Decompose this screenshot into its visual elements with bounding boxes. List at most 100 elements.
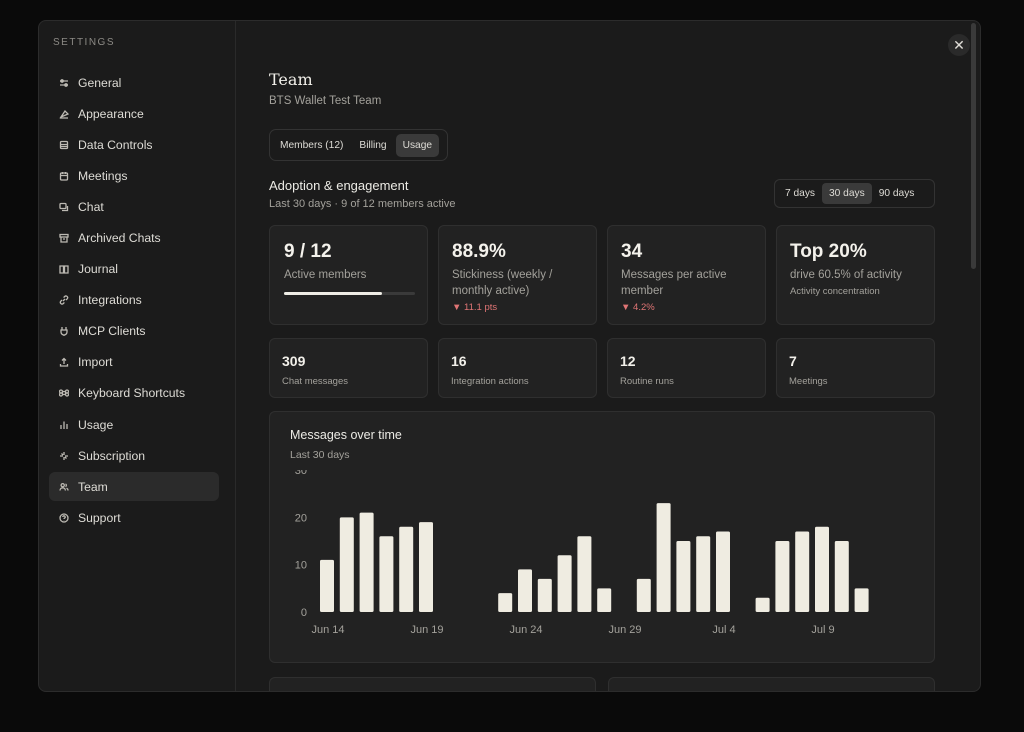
sidebar-item-meetings[interactable]: Meetings xyxy=(49,161,219,190)
chart-bar xyxy=(399,526,414,612)
sidebar-item-label: Import xyxy=(78,355,113,370)
sidebar-item-keyboard-shortcuts[interactable]: Keyboard Shortcuts xyxy=(49,379,219,408)
lower-card-right xyxy=(608,677,935,691)
chart-bar xyxy=(696,536,711,612)
sidebar-item-label: Appearance xyxy=(78,106,144,121)
sidebar-nav: General Appearance Data Controls Meetings Ch… xyxy=(49,68,219,534)
kpi-label: Stickiness (weekly / monthly active) xyxy=(452,269,553,297)
chart-bar xyxy=(854,588,869,612)
chart-bar xyxy=(636,578,651,612)
page-subtitle: BTS Wallet Test Team xyxy=(269,95,382,107)
chart-bar xyxy=(597,588,612,612)
kpi-card-activity-concentration: Top 20% drive 60.5% of activity Activity… xyxy=(776,225,935,325)
database-icon xyxy=(59,140,69,150)
chart-bar xyxy=(557,555,572,612)
sidebar-item-chat[interactable]: Chat xyxy=(49,192,219,221)
sidebar-item-data-controls[interactable]: Data Controls xyxy=(49,130,219,159)
x-tick-label: Jul 9 xyxy=(811,624,834,636)
sidebar-item-label: Data Controls xyxy=(78,137,153,152)
y-tick-label: 30 xyxy=(295,470,307,477)
sidebar-title: SETTINGS xyxy=(53,37,116,48)
count-value: 7 xyxy=(789,353,797,369)
chart-bar xyxy=(716,531,730,612)
chart-bar xyxy=(419,522,433,612)
kpi-label: Messages per active member xyxy=(621,269,727,297)
scrollbar[interactable] xyxy=(971,23,976,269)
chart-bar xyxy=(815,526,829,612)
chart-bar xyxy=(577,536,592,612)
chart-bar xyxy=(320,559,334,612)
command-icon xyxy=(59,388,69,398)
kpi-value: 9 / 12 xyxy=(284,241,332,262)
chart-bar xyxy=(775,541,790,612)
sidebar-item-label: MCP Clients xyxy=(78,324,146,339)
sidebar-item-label: General xyxy=(78,75,122,90)
chart-bar xyxy=(339,517,354,612)
range-7-days[interactable]: 7 days xyxy=(778,183,822,204)
y-tick-label: 20 xyxy=(295,512,307,524)
bar-chart-icon xyxy=(59,420,69,430)
kpi-delta: ▼ 4.2% xyxy=(621,302,655,313)
book-icon xyxy=(59,264,69,274)
sidebar-item-label: Usage xyxy=(78,417,114,432)
kpi-delta: ▼ 11.1 pts xyxy=(452,302,498,313)
chart-bar xyxy=(537,578,552,612)
tab-billing[interactable]: Billing xyxy=(352,134,393,157)
settings-modal: SETTINGS General Appearance Data Controls M… xyxy=(38,20,981,692)
close-icon: ✕ xyxy=(953,36,965,53)
tab-usage[interactable]: Usage xyxy=(395,133,440,157)
adoption-title: Adoption & engagement xyxy=(269,178,409,193)
count-value: 12 xyxy=(620,353,636,369)
chart-bar xyxy=(755,597,770,612)
chart-subtitle: Last 30 days xyxy=(290,449,350,461)
sidebar-item-label: Subscription xyxy=(78,448,146,463)
sidebar-item-archived-chats[interactable]: Archived Chats xyxy=(49,223,219,252)
sidebar-item-label: Support xyxy=(78,510,121,525)
active-members-progress xyxy=(284,292,415,295)
sidebar-item-team[interactable]: Team xyxy=(49,472,219,502)
x-tick-label: Jun 19 xyxy=(410,624,443,636)
kpi-label: Active members xyxy=(284,269,367,281)
chat-icon xyxy=(59,202,69,212)
y-tick-label: 10 xyxy=(295,560,307,572)
kpi-value: 88.9% xyxy=(452,241,506,262)
sidebar-item-label: Archived Chats xyxy=(78,230,161,245)
tab-members[interactable]: Members (12) xyxy=(273,134,350,157)
kpi-card-stickiness: 88.9% Stickiness (weekly / monthly activ… xyxy=(438,225,597,325)
chart-bar xyxy=(834,541,849,612)
palette-icon xyxy=(59,109,69,119)
help-icon xyxy=(59,513,69,523)
chart-bar xyxy=(379,536,394,612)
y-tick-label: 0 xyxy=(301,607,307,619)
messages-chart-card: Messages over time Last 30 days 0 10 20 30 J… xyxy=(269,411,935,663)
chart-bar xyxy=(676,541,691,612)
sidebar-item-journal[interactable]: Journal xyxy=(49,255,219,284)
plug-icon xyxy=(59,326,69,337)
chart-bar xyxy=(795,531,810,612)
link-icon xyxy=(59,295,69,305)
kpi-value: Top 20% xyxy=(790,241,867,262)
sidebar-item-subscription[interactable]: Subscription xyxy=(49,441,219,470)
range-90-days[interactable]: 90 days xyxy=(872,183,922,204)
count-card-chat-messages: 309 Chat messages xyxy=(269,338,428,398)
count-card-routine-runs: 12 Routine runs xyxy=(607,338,766,398)
lower-card-left xyxy=(269,677,596,691)
archive-icon xyxy=(59,233,69,243)
sidebar-item-usage[interactable]: Usage xyxy=(49,410,219,439)
sidebar-item-import[interactable]: Import xyxy=(49,348,219,377)
count-label: Integration actions xyxy=(451,376,529,387)
count-value: 16 xyxy=(451,353,467,369)
sidebar-item-appearance[interactable]: Appearance xyxy=(49,99,219,128)
range-30-days[interactable]: 30 days xyxy=(822,183,872,204)
kpi-sublabel: Activity concentration xyxy=(790,286,880,297)
sidebar-item-mcp-clients[interactable]: MCP Clients xyxy=(49,317,219,346)
sidebar-item-integrations[interactable]: Integrations xyxy=(49,286,219,315)
kpi-label: drive 60.5% of activity xyxy=(790,269,902,281)
sidebar-item-general[interactable]: General xyxy=(49,68,219,97)
close-button[interactable]: ✕ xyxy=(948,34,970,56)
count-label: Routine runs xyxy=(620,376,674,387)
sidebar-item-support[interactable]: Support xyxy=(49,503,219,532)
x-tick-label: Jun 29 xyxy=(608,624,641,636)
kpi-card-active-members: 9 / 12 Active members xyxy=(269,225,428,325)
chart-bar xyxy=(518,569,532,612)
